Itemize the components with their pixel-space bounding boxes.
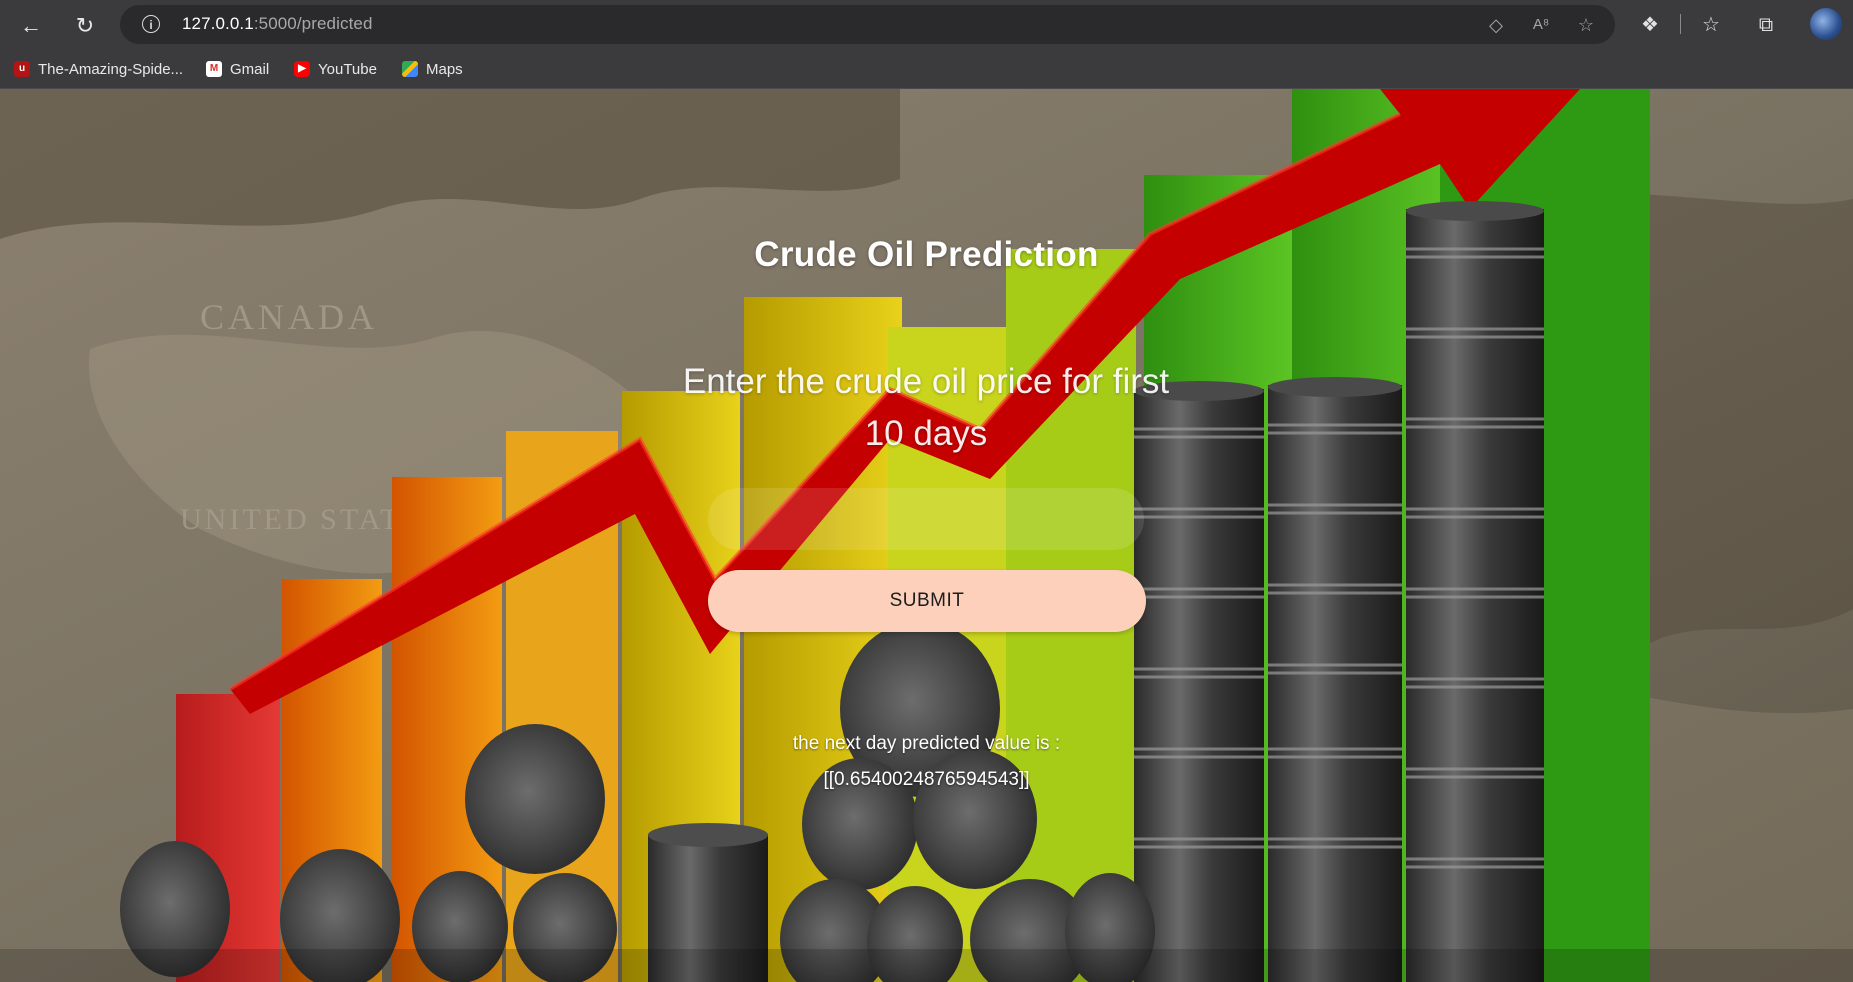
price-input[interactable] bbox=[708, 488, 1144, 550]
submit-button[interactable]: SUBMIT bbox=[708, 570, 1146, 632]
input-prompt: Enter the crude oil price for first 10 d… bbox=[682, 362, 1170, 453]
gmail-favicon-icon: M bbox=[206, 61, 222, 77]
bookmarks-bar: u The-Amazing-Spide... M Gmail ▶ YouTube… bbox=[0, 50, 1853, 89]
url-path: :5000/predicted bbox=[253, 14, 373, 33]
add-favorite-icon[interactable]: ☆ bbox=[1575, 14, 1597, 36]
extensions-icon[interactable]: ❖ bbox=[1637, 13, 1663, 37]
bookmark-maps[interactable]: Maps bbox=[402, 58, 463, 80]
tag-icon[interactable]: ◇ bbox=[1485, 14, 1507, 36]
spiderman-favicon-icon: u bbox=[14, 61, 30, 77]
maps-favicon-icon bbox=[402, 61, 418, 77]
back-arrow-icon[interactable]: ← bbox=[16, 11, 46, 41]
bookmark-spiderman[interactable]: u The-Amazing-Spide... bbox=[14, 58, 183, 80]
url-text[interactable]: 127.0.0.1:5000/predicted bbox=[182, 14, 373, 34]
page-title: Crude Oil Prediction bbox=[754, 235, 1099, 274]
bookmark-gmail[interactable]: M Gmail bbox=[206, 58, 269, 80]
bookmark-label: The-Amazing-Spide... bbox=[38, 60, 184, 78]
collections-icon[interactable]: ⧉ bbox=[1753, 13, 1779, 37]
result-label: the next day predicted value is : bbox=[792, 733, 1061, 754]
browser-toolbar: ← ↻ i 127.0.0.1:5000/predicted ◇ A⁸ ☆ ❖ … bbox=[0, 0, 1853, 50]
predicted-value: [[0.6540024876594543]] bbox=[823, 769, 1030, 790]
site-info-icon[interactable]: i bbox=[142, 15, 160, 33]
toolbar-divider bbox=[1680, 14, 1681, 34]
url-host: 127.0.0.1 bbox=[182, 14, 254, 33]
bookmark-youtube[interactable]: ▶ YouTube bbox=[294, 58, 377, 80]
favorites-icon[interactable]: ☆ bbox=[1698, 13, 1724, 37]
reload-icon[interactable]: ↻ bbox=[70, 11, 100, 41]
bookmark-label: Gmail bbox=[230, 60, 270, 78]
read-aloud-icon[interactable]: A⁸ bbox=[1530, 14, 1552, 36]
youtube-favicon-icon: ▶ bbox=[294, 61, 310, 77]
prediction-form-area: Crude Oil Prediction Enter the crude oil… bbox=[0, 89, 1853, 982]
bookmark-label: YouTube bbox=[318, 60, 377, 78]
profile-avatar[interactable] bbox=[1810, 8, 1842, 40]
bookmark-label: Maps bbox=[426, 60, 463, 78]
address-bar[interactable]: i 127.0.0.1:5000/predicted ◇ A⁸ ☆ bbox=[120, 5, 1615, 44]
